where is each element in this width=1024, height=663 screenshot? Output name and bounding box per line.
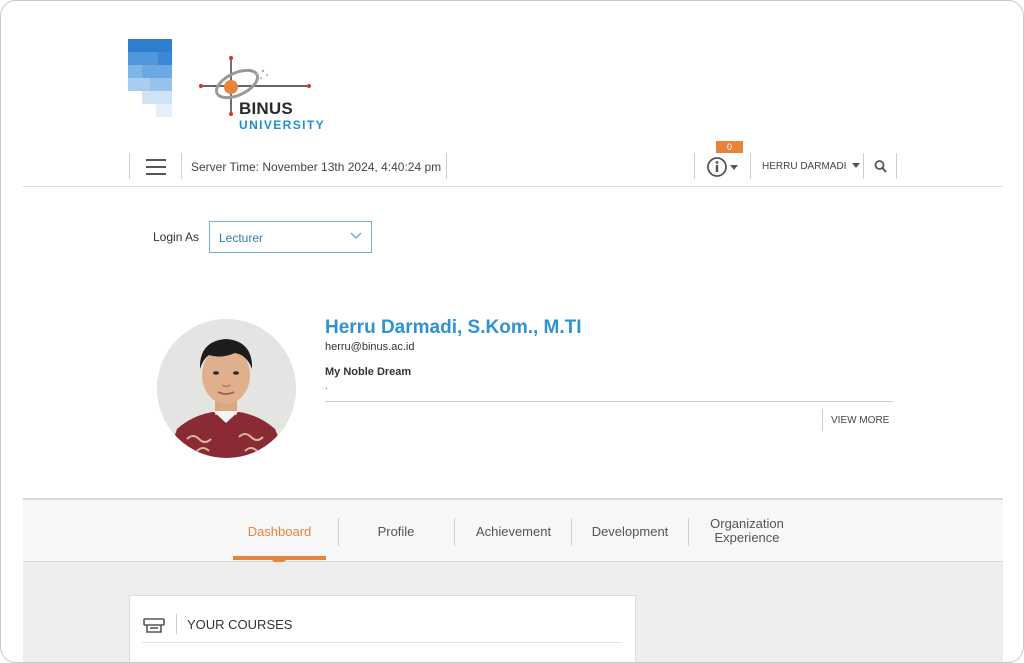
top-bar: Server Time: November 13th 2024, 4:40:24… — [23, 141, 1003, 187]
divider — [129, 153, 130, 179]
notification-button[interactable] — [707, 155, 741, 181]
divider — [571, 518, 572, 546]
view-more-link[interactable]: VIEW MORE — [831, 415, 889, 426]
search-icon — [874, 160, 887, 173]
profile-email: herru@binus.ac.id — [325, 341, 415, 353]
divider — [688, 518, 689, 546]
divider — [142, 642, 622, 643]
your-courses-title: YOUR COURSES — [187, 617, 293, 632]
brand-name: BINUS — [239, 99, 293, 118]
login-as-label: Login As — [153, 230, 200, 244]
server-time: Server Time: November 13th 2024, 4:40:24… — [191, 160, 442, 174]
divider — [822, 409, 823, 431]
notification-count-badge: 0 — [716, 141, 743, 153]
divider — [750, 153, 751, 179]
user-menu[interactable]: HERRU DARMADI — [762, 161, 861, 172]
page-frame: BINUS UNIVERSITY Server Time: November 1… — [0, 0, 1024, 663]
your-courses-card: YOUR COURSES — [129, 595, 636, 662]
tab-development[interactable]: Development — [581, 524, 679, 539]
user-name: HERRU DARMADI — [762, 161, 847, 172]
brand-subtitle: UNIVERSITY — [239, 118, 326, 132]
login-as-select[interactable]: Lecturer — [209, 221, 372, 253]
binus-logo-squares — [128, 39, 172, 117]
tab-profile[interactable]: Profile — [351, 524, 441, 539]
search-button[interactable] — [873, 158, 889, 176]
divider — [694, 153, 695, 179]
tab-achievement[interactable]: Achievement — [466, 524, 561, 539]
caret-down-icon — [852, 163, 861, 168]
divider — [176, 614, 177, 634]
divider — [863, 153, 864, 179]
noble-dream-label: My Noble Dream — [325, 366, 412, 378]
tab-dashboard[interactable]: Dashboard — [233, 524, 326, 539]
noble-dream-text: . — [325, 381, 328, 392]
divider — [454, 518, 455, 546]
tab-organization-experience[interactable]: Organization Experience — [703, 517, 791, 545]
hamburger-icon[interactable] — [146, 159, 166, 175]
avatar — [157, 319, 296, 458]
info-icon — [707, 157, 738, 177]
profile-photo — [157, 319, 296, 458]
login-as-value: Lecturer — [219, 231, 264, 245]
divider — [896, 153, 897, 179]
chevron-down-icon — [350, 232, 362, 239]
course-icon — [143, 618, 165, 633]
divider — [338, 518, 339, 546]
profile-tabs: Dashboard Profile Achievement Developmen… — [23, 498, 1003, 567]
divider — [325, 401, 893, 402]
divider — [181, 153, 182, 179]
profile-name: Herru Darmadi, S.Kom., M.TI — [325, 317, 582, 338]
divider — [446, 153, 447, 179]
